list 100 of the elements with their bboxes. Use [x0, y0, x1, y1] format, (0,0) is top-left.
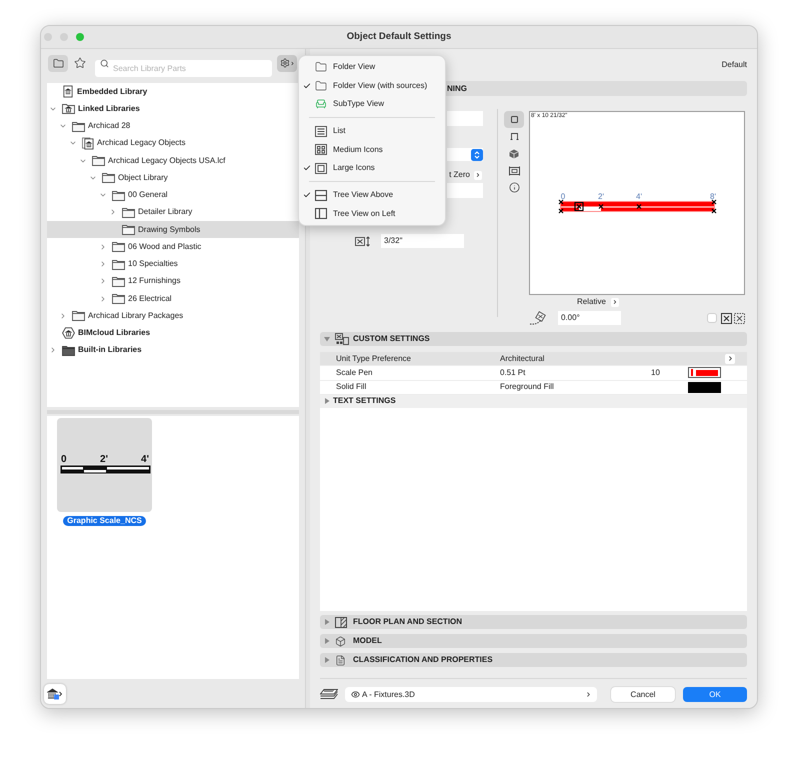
chevron-right-icon[interactable]: [99, 277, 107, 286]
table-cell: 10: [651, 368, 660, 377]
menu-item[interactable]: Large Icons: [299, 159, 445, 178]
chevron-right-icon[interactable]: [99, 260, 107, 268]
scale-label: 8': [710, 192, 716, 201]
section-header[interactable]: CLASSIFICATION AND PROPERTIES: [320, 653, 747, 667]
mirror-checkbox[interactable]: [707, 313, 717, 323]
hatched-square-icon: [335, 616, 347, 628]
dashed-boxed-cross-icon: [734, 312, 745, 324]
document-icon: [335, 654, 346, 666]
tree-item[interactable]: Embedded Library: [47, 83, 299, 100]
star-icon: [74, 57, 86, 69]
table-row[interactable]: Scale Pen 0.51 Pt 10: [320, 366, 747, 381]
tree-item[interactable]: Linked Libraries: [47, 100, 299, 118]
chevron-button[interactable]: [610, 298, 619, 306]
chevron-button[interactable]: [725, 354, 735, 364]
chevron-right-icon: [585, 691, 592, 698]
table-row[interactable]: Solid Fill Foreground Fill: [320, 380, 747, 395]
layer-name: A - Fixtures.3D: [362, 688, 416, 700]
menu-item[interactable]: Medium Icons: [299, 140, 445, 159]
pen-swatch-icon[interactable]: [688, 367, 721, 378]
section-header[interactable]: MODEL: [320, 634, 747, 648]
folder-icon: [315, 80, 327, 92]
disclosure-triangle-icon[interactable]: [324, 638, 330, 644]
menu-item[interactable]: Tree View Above: [299, 186, 445, 204]
table-cell: Unit Type Preference: [336, 354, 412, 363]
eye-icon: [351, 690, 360, 699]
fill-swatch-icon[interactable]: [688, 382, 721, 393]
stepper-icon: [471, 148, 483, 160]
item-name-label[interactable]: Graphic Scale_NCS: [63, 516, 146, 526]
chevron-right-icon[interactable]: [49, 346, 57, 354]
scale-label: 0: [560, 192, 566, 201]
ok-button[interactable]: OK: [683, 687, 747, 702]
tree-item[interactable]: 00 General: [47, 186, 299, 204]
chevron-right-icon[interactable]: [99, 242, 107, 251]
settings-button[interactable]: [277, 54, 297, 72]
folder-icon: [92, 155, 105, 166]
tree-item[interactable]: 12 Furnishings: [47, 272, 299, 290]
disclosure-triangle-icon[interactable]: [324, 619, 330, 625]
chevron-right-icon[interactable]: [109, 208, 117, 216]
scale-label: 2': [100, 454, 108, 465]
tree-item[interactable]: 10 Specialties: [47, 256, 299, 273]
view-toggle-button[interactable]: [48, 54, 68, 72]
chevron-right-icon[interactable]: [99, 294, 107, 303]
cancel-button[interactable]: Cancel: [611, 687, 675, 702]
chevron-right-icon[interactable]: [59, 312, 67, 320]
chevron-right-icon: [726, 355, 734, 362]
folder-icon: [72, 310, 85, 322]
disclosure-triangle-icon[interactable]: [324, 336, 330, 342]
chevron-right-icon: [290, 60, 294, 66]
tree-item[interactable]: Object Library: [47, 169, 299, 186]
table-cell: Architectural: [500, 354, 544, 363]
table-row[interactable]: Unit Type Preference Architectural: [320, 352, 747, 366]
section-header[interactable]: TEXT SETTINGS: [320, 394, 747, 408]
checkmark-icon: [303, 164, 311, 172]
section-header[interactable]: FLOOR PLAN AND SECTION: [320, 615, 747, 629]
folder-icon: [122, 206, 135, 218]
folder-icon: [102, 172, 115, 184]
tree-item[interactable]: Drawing Symbols: [47, 221, 299, 238]
tree-item[interactable]: 06 Wood and Plastic: [47, 238, 299, 256]
thumbnail[interactable]: 0 2' 4': [57, 418, 152, 512]
section-header[interactable]: CUSTOM SETTINGS: [320, 332, 747, 346]
frame-icon: [508, 166, 520, 176]
menu-item[interactable]: SubType View: [299, 95, 445, 114]
settings-icon: [280, 58, 290, 68]
library-manager-button[interactable]: [44, 684, 66, 704]
scale-label: 4': [141, 454, 149, 465]
tree-item[interactable]: Detailer Library: [47, 204, 299, 221]
table-cell: Foreground Fill: [500, 382, 554, 392]
menu-item[interactable]: Tree View on Left: [299, 204, 445, 223]
layers-icon: [320, 689, 338, 700]
tree-item[interactable]: Archicad 28: [47, 118, 299, 135]
tree-item[interactable]: Archicad Legacy Objects USA.lcf: [47, 152, 299, 170]
disclosure-triangle-icon[interactable]: [324, 657, 330, 663]
rotation-field[interactable]: 0.00°: [558, 311, 621, 325]
table-cell: Scale Pen: [336, 368, 372, 377]
search-icon: [100, 58, 109, 68]
height-field[interactable]: 3/32": [381, 234, 464, 248]
table-cell: 0.51 Pt: [500, 368, 526, 377]
preview-view-button[interactable]: [504, 111, 524, 128]
layer-dropdown[interactable]: A - Fixtures.3D: [345, 687, 597, 702]
disclosure-triangle-icon[interactable]: [324, 398, 330, 404]
chevron-right-icon: [612, 299, 618, 305]
tree-item[interactable]: 26 Electrical: [47, 290, 299, 308]
chevron-button[interactable]: [474, 170, 482, 180]
tree-item[interactable]: Archicad Legacy Objects: [47, 134, 299, 152]
tree-item[interactable]: BIMcloud Libraries: [47, 324, 299, 342]
folder-icon: [112, 190, 125, 201]
select-field[interactable]: [447, 148, 483, 161]
menu-item[interactable]: Folder View: [299, 58, 445, 76]
input-field[interactable]: [447, 183, 483, 198]
chevron-right-icon: [475, 172, 481, 178]
tree-item[interactable]: Built-in Libraries: [47, 342, 299, 359]
folder-icon: [112, 258, 125, 270]
cube-icon: [509, 148, 519, 158]
search-field[interactable]: Search Library Parts: [95, 60, 272, 76]
tree-item[interactable]: Archicad Library Packages: [47, 307, 299, 324]
input-field[interactable]: [447, 111, 483, 126]
menu-item[interactable]: List: [299, 122, 445, 140]
folder-icon: [122, 224, 135, 236]
